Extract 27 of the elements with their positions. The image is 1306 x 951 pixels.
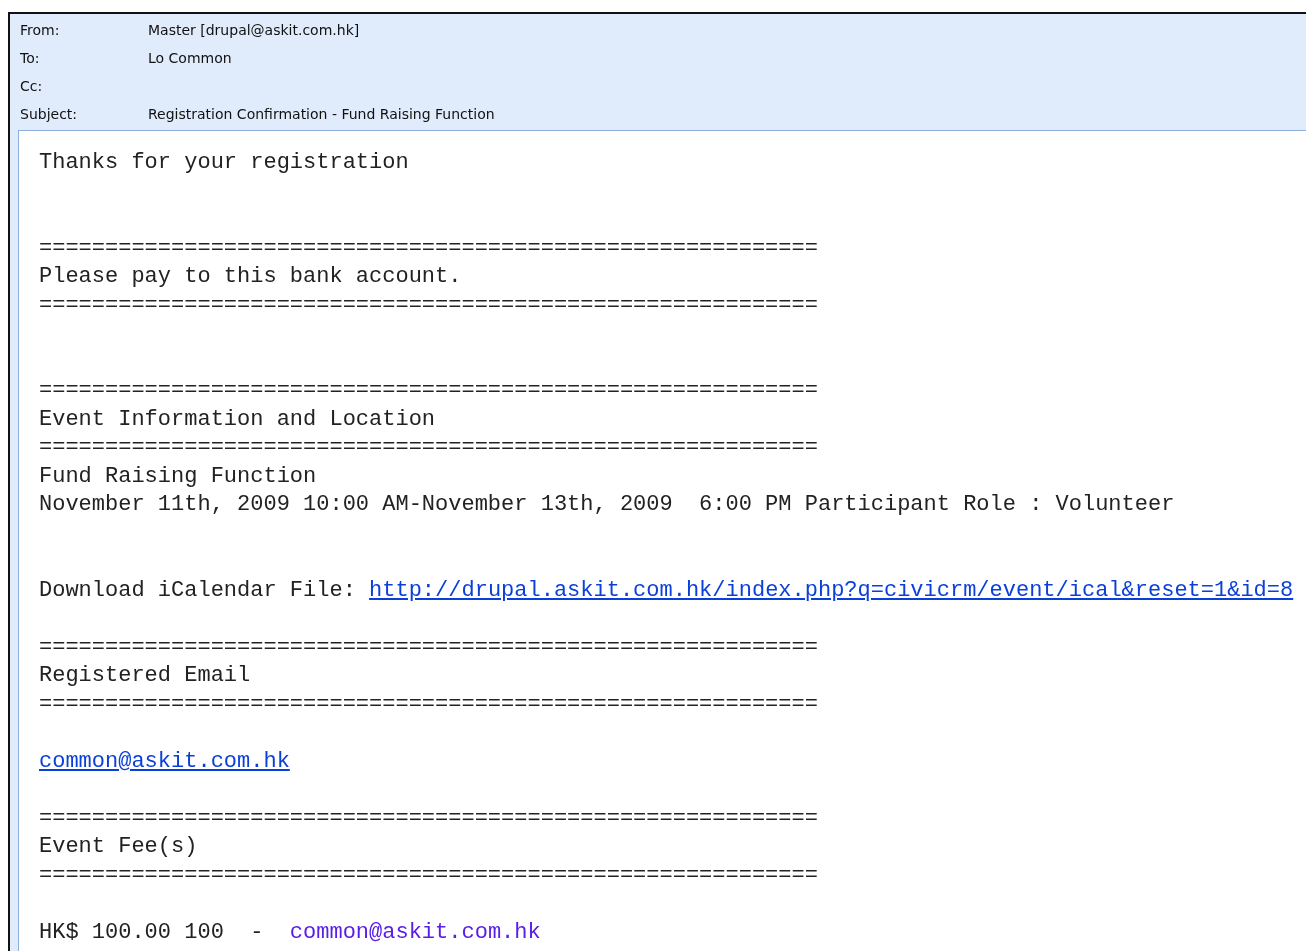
separator-text: ===========================================================: [39, 291, 818, 320]
body-text: Fund Raising Function: [39, 462, 317, 491]
fee-text: HK$ 100.00 100 -: [39, 918, 265, 947]
header-label: Subject:: [20, 106, 79, 122]
email-link[interactable]: common@askit.com.hk: [39, 747, 290, 776]
email-link[interactable]: common@askit.com.hk: [289, 918, 541, 947]
separator-text: ===========================================================: [39, 861, 818, 890]
body-text: Thanks for your registration: [39, 149, 409, 177]
header-label: To:: [20, 50, 41, 66]
header-value: Registration Confirmation - Fund Raising Function: [148, 106, 496, 122]
body-text: Registered Email: [39, 662, 251, 690]
separator-text: ===========================================================: [39, 234, 818, 263]
body-text: November 11th, 2009 10:00 AM-November 13th, 2009 6:00 PM Participant Role : Volunteer: [39, 491, 1175, 519]
header-label: From:: [20, 22, 61, 38]
header-label: Cc:: [20, 78, 44, 94]
header-value: Lo Common: [148, 50, 233, 66]
body-text: Download iCalendar File:: [39, 576, 357, 605]
separator-text: ===========================================================: [39, 804, 818, 833]
header-value: Master [drupal@askit.com.hk]: [148, 22, 361, 38]
body-text: Please pay to this bank account.: [39, 263, 462, 291]
calendar-link[interactable]: http://drupal.askit.com.hk/index.php?q=civicrm/event/ical&reset=1&id=8: [369, 576, 1294, 605]
body-text: Event Fee(s): [39, 833, 198, 861]
separator-text: ===========================================================: [39, 377, 818, 405]
separator-text: ===========================================================: [39, 690, 818, 719]
separator-text: ===========================================================: [39, 633, 818, 662]
body-text: Event Information and Location: [39, 405, 436, 434]
separator-text: ===========================================================: [39, 434, 818, 462]
